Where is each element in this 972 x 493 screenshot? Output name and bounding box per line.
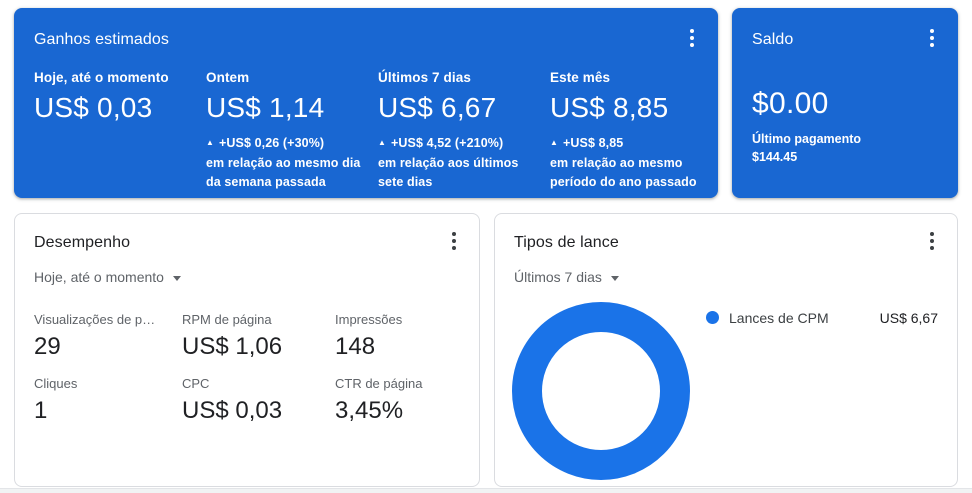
metric-label: Hoje, até o momento [34, 70, 169, 85]
metric-impressions: Impressões 148 [335, 311, 460, 362]
card-header: Desempenho [34, 232, 460, 253]
earnings-column-last7days: Últimos 7 dias US$ 6,67 ▲ +US$ 4,52 (+210… [378, 70, 550, 192]
kebab-menu-icon[interactable] [920, 229, 944, 253]
last-payment-value: $144.45 [752, 150, 798, 164]
metric-value: US$ 1,06 [182, 333, 283, 360]
metric-clicks: Cliques 1 [34, 375, 182, 426]
metric-page-ctr: CTR de página 3,45% [335, 375, 460, 426]
donut-chart [512, 302, 690, 480]
period-selector-label: Últimos 7 dias [514, 269, 602, 285]
earnings-column-yesterday: Ontem US$ 1,14 ▲ +US$ 0,26 (+30%) em rela… [206, 70, 378, 192]
metric-value: 3,45% [335, 397, 404, 424]
up-arrow-icon: ▲ [206, 138, 215, 147]
detail-row: Desempenho Hoje, até o momento Visualiza… [14, 213, 958, 487]
up-arrow-icon: ▲ [378, 138, 387, 147]
summary-row: Ganhos estimados Hoje, até o momento US$… [14, 8, 958, 198]
metric-cpc: CPC US$ 0,03 [182, 375, 335, 426]
change-text: em relação ao mesmo [550, 156, 683, 170]
card-title: Saldo [752, 31, 794, 48]
change-text: em relação aos últimos [378, 156, 519, 170]
earnings-columns: Hoje, até o momento US$ 0,03 Ontem US$ 1… [34, 70, 698, 192]
metric-label: CTR de página [335, 376, 423, 391]
card-header: Tipos de lance [514, 232, 938, 253]
metric-value: US$ 6,67 [378, 92, 497, 123]
card-header: Saldo [752, 29, 938, 50]
period-selector[interactable]: Hoje, até o momento [34, 269, 181, 285]
change-amount: +US$ 0,26 (+30%) [219, 136, 325, 150]
change-indicator: ▲ +US$ 0,26 (+30%) em relação ao mesmo di… [206, 134, 378, 192]
metric-value: US$ 0,03 [34, 92, 153, 123]
change-amount: +US$ 8,85 [563, 136, 624, 150]
balance-value: $0.00 [752, 87, 829, 120]
bid-types-card: Tipos de lance Últimos 7 dias Lances de … [494, 213, 958, 487]
legend-dot [706, 311, 719, 324]
period-selector[interactable]: Últimos 7 dias [514, 269, 619, 285]
metric-value: 29 [34, 333, 61, 360]
change-text: da semana passada [206, 175, 326, 189]
metric-label: Visualizações de p… [34, 312, 156, 327]
card-title: Desempenho [34, 234, 131, 251]
period-selector-label: Hoje, até o momento [34, 269, 164, 285]
metric-label: Últimos 7 dias [378, 70, 471, 85]
card-title: Ganhos estimados [34, 31, 170, 48]
metric-label: CPC [182, 376, 210, 391]
metric-page-rpm: RPM de página US$ 1,06 [182, 311, 335, 362]
metric-label: Ontem [206, 70, 250, 85]
metric-label: RPM de página [182, 312, 272, 327]
metrics-grid: Visualizações de p… 29 RPM de página US$… [34, 311, 460, 426]
chart-legend: Lances de CPM US$ 6,67 [706, 302, 938, 327]
earnings-column-today: Hoje, até o momento US$ 0,03 [34, 70, 206, 192]
change-text: em relação ao mesmo dia [206, 156, 361, 170]
card-title: Tipos de lance [514, 234, 619, 251]
metric-value: US$ 1,14 [206, 92, 325, 123]
legend-label: Lances de CPM [729, 310, 829, 326]
legend-value: US$ 6,67 [879, 310, 938, 326]
metric-label: Cliques [34, 376, 78, 391]
metric-value: US$ 0,03 [182, 397, 283, 424]
metric-value: US$ 8,85 [550, 92, 669, 123]
change-text: período do ano passado [550, 175, 697, 189]
estimated-earnings-card: Ganhos estimados Hoje, até o momento US$… [14, 8, 718, 198]
kebab-menu-icon[interactable] [680, 26, 704, 50]
metric-label: Impressões [335, 312, 403, 327]
page-bottom-strip [0, 488, 972, 493]
metric-value: 148 [335, 333, 376, 360]
performance-card: Desempenho Hoje, até o momento Visualiza… [14, 213, 480, 487]
change-text: sete dias [378, 175, 433, 189]
adsense-dashboard: Ganhos estimados Hoje, até o momento US$… [14, 8, 958, 487]
dropdown-arrow-icon [172, 275, 181, 281]
up-arrow-icon: ▲ [550, 138, 559, 147]
donut-chart-area: Lances de CPM US$ 6,67 [512, 302, 938, 480]
kebab-menu-icon[interactable] [920, 26, 944, 50]
dropdown-arrow-icon [610, 275, 619, 281]
last-payment-label: Último pagamento [752, 132, 862, 146]
metric-label: Este mês [550, 70, 611, 85]
balance-card: Saldo $0.00 Último pagamento $144.45 [732, 8, 958, 198]
change-indicator: ▲ +US$ 4,52 (+210%) em relação aos último… [378, 134, 550, 192]
kebab-menu-icon[interactable] [442, 229, 466, 253]
change-indicator: ▲ +US$ 8,85 em relação ao mesmo período d… [550, 134, 698, 192]
card-header: Ganhos estimados [34, 29, 698, 50]
metric-value: 1 [34, 397, 48, 424]
metric-page-views: Visualizações de p… 29 [34, 311, 182, 362]
earnings-column-thismonth: Este mês US$ 8,85 ▲ +US$ 8,85 em relação … [550, 70, 698, 192]
change-amount: +US$ 4,52 (+210%) [391, 136, 504, 150]
